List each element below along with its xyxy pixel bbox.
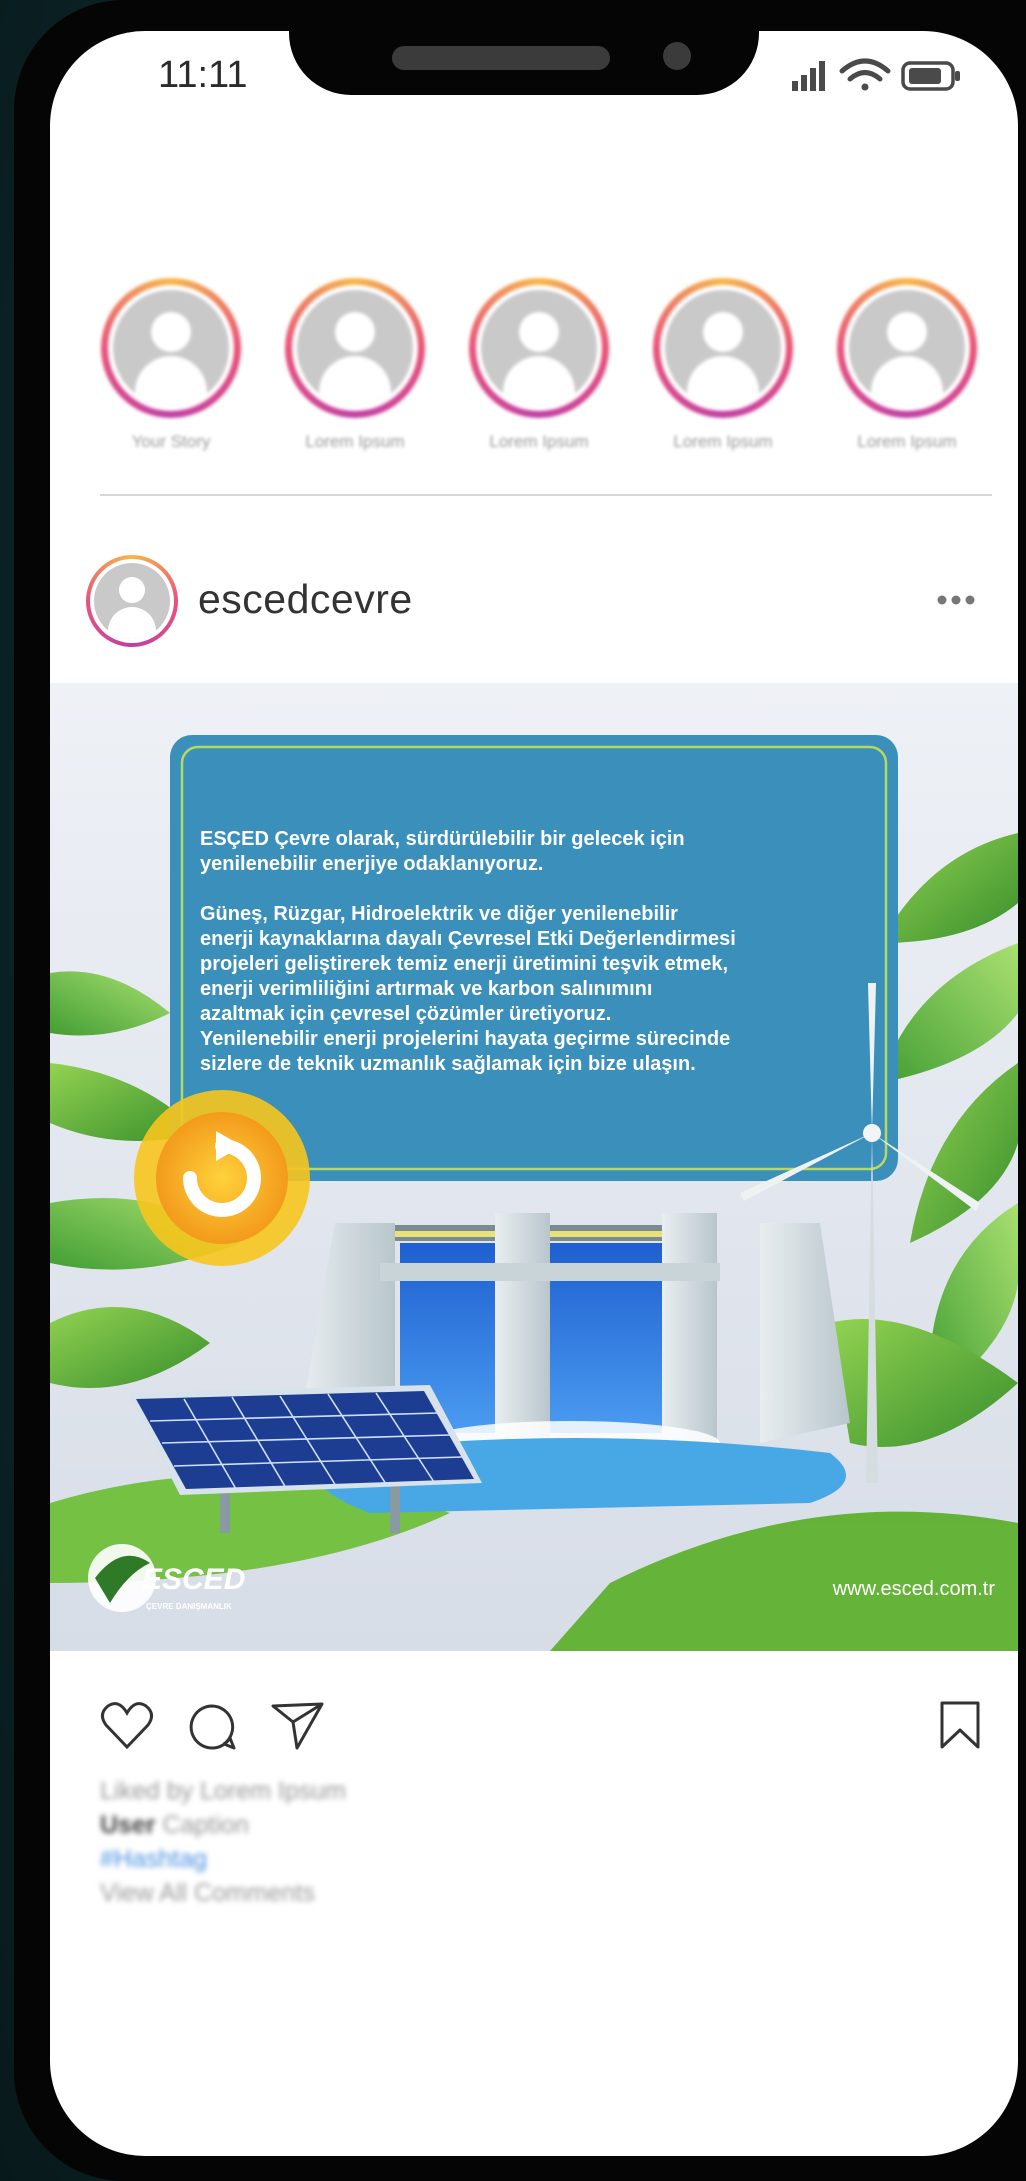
board-text-line: Güneş, Rüzgar, Hidroelektrik ve diğer ye… xyxy=(200,903,678,925)
caption-user[interactable]: User xyxy=(100,1811,156,1839)
story-item[interactable]: Your Story xyxy=(96,278,246,452)
view-comments-link[interactable]: View All Comments xyxy=(100,1876,346,1910)
website-text: www.esced.com.tr xyxy=(832,1578,996,1600)
status-icons xyxy=(792,58,960,91)
post-image[interactable]: ESÇED Çevre olarak, sürdürülebilir bir g… xyxy=(50,683,1018,1651)
story-ring xyxy=(469,278,609,418)
caption-text: Caption xyxy=(162,1811,249,1839)
story-label: Lorem Ipsum xyxy=(489,432,589,451)
comment-icon[interactable] xyxy=(186,1702,238,1752)
story-item[interactable]: Lorem Ipsum xyxy=(280,278,430,452)
sun-icon xyxy=(134,1090,310,1266)
avatar xyxy=(665,290,781,406)
board-text-line: sizlere de teknik uzmanlık sağlamak için… xyxy=(200,1053,696,1075)
board-text-line: projeleri geliştirerek temiz enerji üret… xyxy=(200,953,728,975)
battery-icon xyxy=(901,61,960,91)
more-options-icon[interactable] xyxy=(934,590,978,610)
board-text-line: yenilenebilir enerjiye odaklanıyoruz. xyxy=(200,853,543,875)
story-label: Lorem Ipsum xyxy=(305,432,405,451)
story-ring xyxy=(101,278,241,418)
avatar xyxy=(297,290,413,406)
speaker-grille xyxy=(392,46,610,70)
story-label: Lorem Ipsum xyxy=(673,432,773,451)
story-label: Your Story xyxy=(131,432,211,451)
avatar xyxy=(849,290,965,406)
story-item[interactable]: Lorem Ipsum xyxy=(832,278,982,452)
stories-divider xyxy=(100,494,992,496)
post-username[interactable]: escedcevre xyxy=(198,576,413,623)
story-ring xyxy=(285,278,425,418)
logo-subtext: ÇEVRE DANIŞMANLIK xyxy=(146,1602,232,1611)
board-text-line: azaltmak için çevresel çözümler üretiyor… xyxy=(200,1003,611,1025)
caption-hashtag[interactable]: #Hashtag xyxy=(100,1842,346,1876)
avatar xyxy=(113,290,229,406)
status-time: 11:11 xyxy=(158,54,248,96)
board-text-line: enerji verimliliğini artırmak ve karbon … xyxy=(200,978,652,1000)
logo-text: ESCED xyxy=(142,1563,245,1596)
front-camera xyxy=(663,42,691,70)
liked-by-text[interactable]: Liked by Lorem Ipsum xyxy=(100,1774,346,1808)
stories-row: Your Story Lorem Ipsum Lorem Ipsum Lorem… xyxy=(96,278,996,458)
caption-line: User Caption xyxy=(100,1808,346,1842)
board-text-line: Yenilenebilir enerji projelerini hayata … xyxy=(200,1028,730,1050)
post-caption: Liked by Lorem Ipsum User Caption #Hasht… xyxy=(100,1774,346,1910)
avatar xyxy=(94,563,170,639)
board-text-line: enerji kaynaklarına dayalı Çevresel Etki… xyxy=(200,928,736,950)
story-ring xyxy=(837,278,977,418)
avatar xyxy=(481,290,597,406)
signal-icon xyxy=(792,61,825,91)
story-label: Lorem Ipsum xyxy=(857,432,957,451)
wifi-icon xyxy=(839,58,891,91)
story-item[interactable]: Lorem Ipsum xyxy=(648,278,798,452)
share-send-icon[interactable] xyxy=(270,1700,326,1752)
post-avatar[interactable] xyxy=(86,555,178,647)
story-item[interactable]: Lorem Ipsum xyxy=(464,278,614,452)
like-heart-icon[interactable] xyxy=(100,1701,154,1751)
bookmark-icon[interactable] xyxy=(938,1700,982,1750)
story-ring xyxy=(653,278,793,418)
board-text-line: ESÇED Çevre olarak, sürdürülebilir bir g… xyxy=(200,828,685,850)
